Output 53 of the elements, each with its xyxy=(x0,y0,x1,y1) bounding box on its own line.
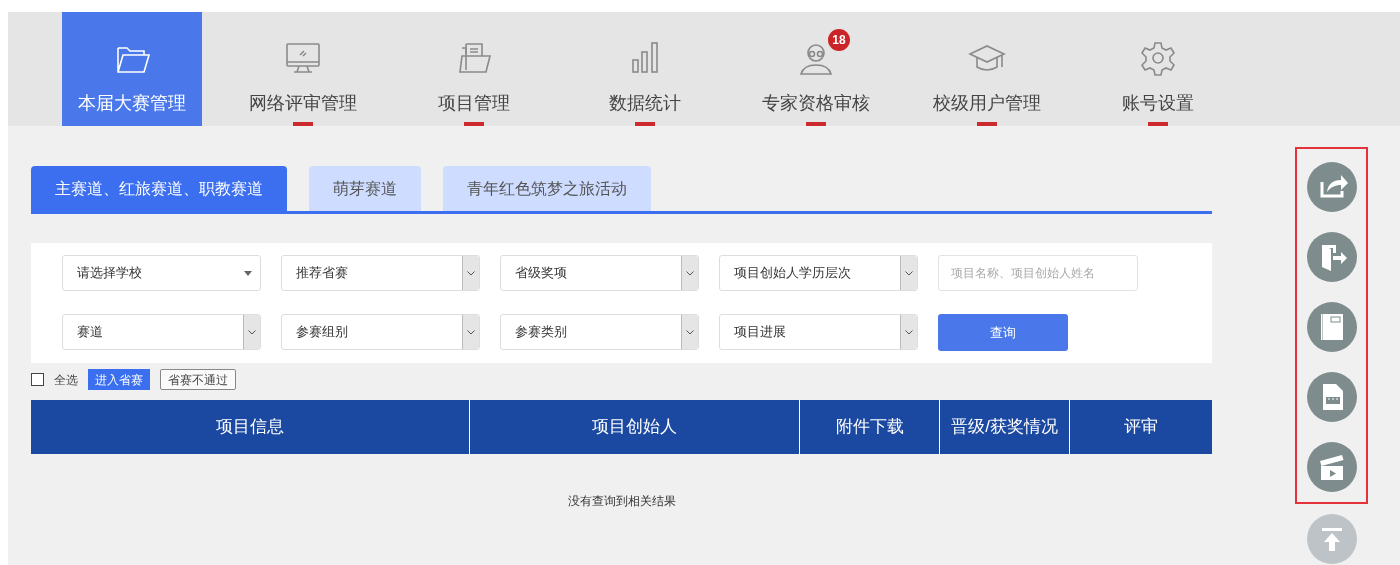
column-header: 附件下载 xyxy=(800,400,940,454)
select-dropdown[interactable]: 参赛组别 xyxy=(281,314,480,350)
chevron-icon xyxy=(686,270,694,276)
query-button[interactable]: 查询 xyxy=(938,314,1068,351)
count-badge: 18 xyxy=(828,29,850,51)
select-dropdown[interactable]: 项目进展 xyxy=(719,314,918,350)
action-button[interactable]: 进入省赛 xyxy=(88,369,150,390)
monitor-icon xyxy=(283,40,323,76)
tab-marker xyxy=(1148,122,1168,126)
chevron-icon xyxy=(467,329,475,335)
exit-door-icon[interactable] xyxy=(1306,232,1357,282)
chevron-icon xyxy=(905,329,913,335)
chevron-icon xyxy=(905,270,913,276)
tab-marker xyxy=(293,122,313,126)
select-dropdown[interactable]: 请选择学校 xyxy=(62,255,261,291)
nav-tab[interactable]: 本届大赛管理 xyxy=(62,12,202,126)
chevron-icon xyxy=(248,329,256,335)
caret-icon xyxy=(244,270,252,276)
column-header: 评审 xyxy=(1123,416,1159,439)
share-icon[interactable] xyxy=(1306,162,1357,212)
tab-marker xyxy=(635,122,655,126)
chevron-icon xyxy=(467,270,475,276)
ppt-file-icon[interactable] xyxy=(1306,372,1357,422)
nav-tab[interactable]: 项目管理 xyxy=(404,12,544,126)
tab-marker xyxy=(977,122,997,126)
action-button[interactable]: 省赛不通过 xyxy=(160,369,236,390)
nav-tab[interactable]: 专家资格审核 18 xyxy=(746,12,886,126)
select-dropdown[interactable]: 赛道 xyxy=(62,314,261,350)
chevron-icon xyxy=(686,329,694,335)
nav-tab[interactable]: 账号设置 xyxy=(1088,12,1228,126)
settings-icon xyxy=(1138,40,1178,76)
notebook-icon[interactable] xyxy=(1306,302,1357,352)
column-header: 项目创始人 xyxy=(470,400,800,454)
select-dropdown[interactable]: 项目创始人学历层次 xyxy=(719,255,918,291)
clapperboard-icon[interactable] xyxy=(1306,442,1357,492)
back-to-top-icon[interactable] xyxy=(1306,514,1357,564)
select-dropdown[interactable]: 省级奖项 xyxy=(500,255,699,291)
tab-marker xyxy=(806,122,826,126)
tab[interactable]: 萌芽赛道 xyxy=(309,166,421,211)
empty-message: 没有查询到相关结果 xyxy=(566,493,677,510)
nav-tab[interactable]: 校级用户管理 xyxy=(917,12,1057,126)
checkbox[interactable] xyxy=(31,373,44,386)
select-all-label: 全选 xyxy=(54,371,78,389)
search-field[interactable]: 项目名称、项目创始人姓名 xyxy=(938,255,1138,291)
select-dropdown[interactable]: 推荐省赛 xyxy=(281,255,480,291)
tab-marker xyxy=(464,122,484,126)
nav-tab[interactable]: 网络评审管理 xyxy=(233,12,373,126)
nav-tab[interactable]: 数据统计 xyxy=(575,12,715,126)
column-header: 项目信息 xyxy=(31,400,470,454)
tab[interactable]: 青年红色筑梦之旅活动 xyxy=(443,166,651,211)
column-header: 晋级/获奖情况 xyxy=(940,400,1070,454)
tab[interactable]: 主赛道、红旅赛道、职教赛道 xyxy=(31,166,287,211)
select-dropdown[interactable]: 参赛类别 xyxy=(500,314,699,350)
